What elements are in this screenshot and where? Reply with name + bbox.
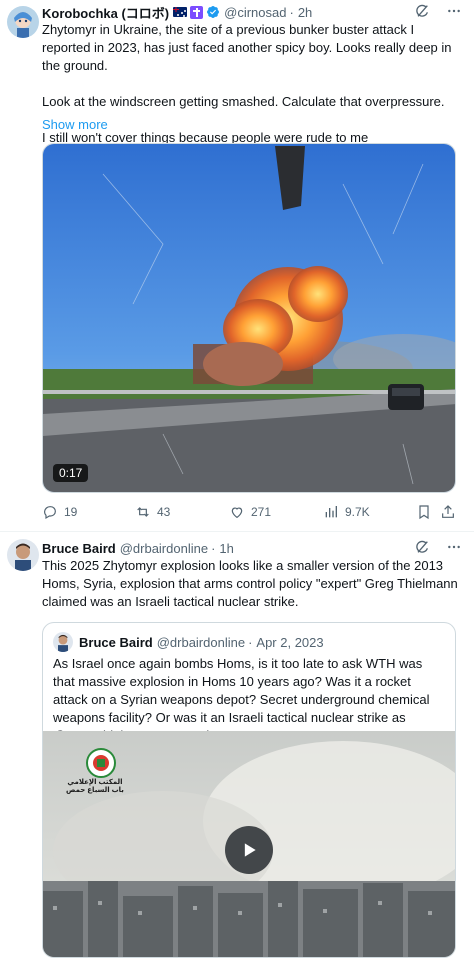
like-count: 271: [251, 505, 272, 519]
separator-dot: ·: [211, 540, 216, 556]
tweet-actions: 19 43 271 9.7K: [42, 504, 456, 524]
more-options-icon[interactable]: [446, 539, 462, 558]
separator-dot: ·: [289, 4, 294, 20]
author-name[interactable]: Korobochka (コロボ): [42, 3, 169, 22]
share-button[interactable]: [440, 504, 456, 520]
quote-avatar: [53, 632, 73, 652]
tweet-korobochka[interactable]: Korobochka (コロボ) @cirnosad · 2h Zhytomyr…: [0, 0, 474, 532]
play-button[interactable]: [225, 826, 273, 874]
repost-button[interactable]: 43: [135, 504, 170, 520]
reply-button[interactable]: 19: [42, 504, 77, 520]
author-handle[interactable]: @drbairdonline: [120, 541, 208, 556]
heart-icon: [231, 507, 243, 519]
timestamp[interactable]: 1h: [219, 541, 233, 556]
views-chart-icon: [325, 506, 337, 518]
bookmark-button[interactable]: [416, 504, 432, 520]
explosion-video-frame: [43, 144, 455, 492]
avatar[interactable]: [7, 6, 39, 38]
view-count: 9.7K: [345, 505, 370, 519]
quoted-tweet[interactable]: Bruce Baird @drbairdonline · Apr 2, 2023…: [42, 622, 456, 958]
tweet-bruce-baird[interactable]: Bruce Baird @drbairdonline · 1h This 202…: [0, 532, 474, 961]
cross-badge-icon: [190, 5, 204, 19]
show-more-link[interactable]: Show more: [42, 117, 108, 132]
quote-author-name: Bruce Baird: [79, 634, 153, 650]
repost-count: 43: [157, 505, 171, 519]
verified-badge-icon: [206, 5, 220, 19]
reply-icon: [44, 506, 56, 520]
author-name[interactable]: Bruce Baird: [42, 541, 116, 556]
tweet-text: This 2025 Zhytomyr explosion looks like …: [42, 558, 458, 609]
timestamp[interactable]: 2h: [298, 5, 312, 20]
grok-icon[interactable]: [414, 3, 430, 22]
reply-count: 19: [64, 505, 78, 519]
play-icon: [244, 843, 256, 857]
quote-date: Apr 2, 2023: [256, 634, 324, 650]
video-player[interactable]: 0:17: [42, 143, 456, 493]
separator-dot: ·: [248, 634, 253, 650]
bookmark-icon: [419, 505, 429, 520]
avatar[interactable]: [7, 539, 39, 571]
repost-icon: [137, 507, 149, 517]
author-handle[interactable]: @cirnosad: [224, 5, 286, 20]
video-duration: 0:17: [53, 464, 89, 482]
share-icon: [442, 505, 454, 518]
grok-icon[interactable]: [414, 539, 430, 558]
more-options-icon[interactable]: [446, 3, 462, 22]
media-office-logo-icon: [86, 748, 116, 778]
australia-flag-icon: [173, 7, 188, 17]
quote-author-handle: @drbairdonline: [156, 634, 246, 650]
like-button[interactable]: 271: [229, 504, 271, 520]
media-office-watermark: المكتب الإعلامي باب السباع حمص: [66, 779, 124, 794]
views-button[interactable]: 9.7K: [323, 504, 370, 520]
quote-video-player[interactable]: المكتب الإعلامي باب السباع حمص: [43, 731, 455, 957]
